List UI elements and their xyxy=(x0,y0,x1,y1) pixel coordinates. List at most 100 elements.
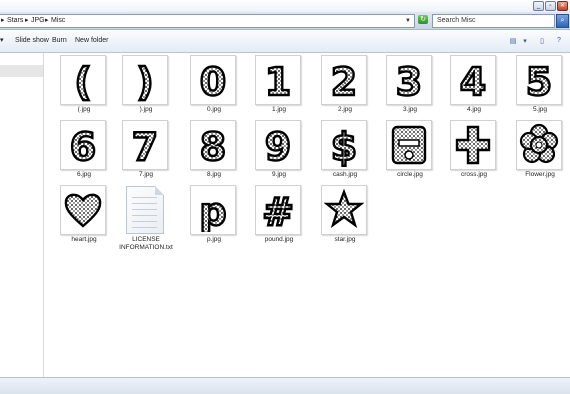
file-thumbnail: 9 xyxy=(255,120,301,170)
refresh-icon[interactable]: ↻ xyxy=(418,15,428,24)
search-placeholder: Search Misc xyxy=(437,17,476,24)
navigation-pane[interactable] xyxy=(0,53,44,377)
file-item[interactable]: 4 4.jpg xyxy=(444,55,504,119)
address-row: ▸ Stars ▸ JPG ▸ Misc ▼ ↻ Search Misc ⌕ xyxy=(0,12,570,30)
organize-chevron-icon[interactable]: ▾ xyxy=(0,36,4,46)
svg-text:#: # xyxy=(262,190,294,232)
file-thumbnail xyxy=(386,120,432,170)
text-document-icon xyxy=(126,186,164,234)
file-name: cross.jpg xyxy=(460,171,487,178)
file-item[interactable]: 9 9.jpg xyxy=(249,120,309,184)
breadcrumb-separator[interactable]: ▸ xyxy=(45,16,49,26)
file-name: heart.jpg xyxy=(71,236,97,243)
chevron-down-icon[interactable]: ▼ xyxy=(405,18,411,24)
file-item[interactable]: circle.jpg xyxy=(380,120,440,184)
file-name: 1.jpg xyxy=(271,106,287,113)
svg-text:$: $ xyxy=(331,125,357,167)
svg-text:0: 0 xyxy=(200,60,226,102)
svg-text:8: 8 xyxy=(200,125,226,167)
file-thumbnail: 7 xyxy=(122,120,168,170)
svg-text:4: 4 xyxy=(460,60,486,102)
breadcrumb-jpg[interactable]: JPG xyxy=(31,16,45,26)
file-item[interactable]: heart.jpg xyxy=(54,185,114,249)
file-name: 5.jpg xyxy=(532,106,548,113)
file-name: (.jpg xyxy=(77,106,91,113)
svg-text:5: 5 xyxy=(526,60,552,102)
file-thumbnail: 6 xyxy=(60,120,106,170)
view-dropdown-icon[interactable]: ▾ xyxy=(519,35,531,46)
search-icon[interactable]: ⌕ xyxy=(556,14,569,28)
help-icon[interactable]: ? xyxy=(553,35,565,46)
svg-text:7: 7 xyxy=(132,125,158,167)
file-item[interactable]: 8 8.jpg xyxy=(184,120,244,184)
file-name: 6.jpg xyxy=(76,171,92,178)
navigation-selected-item[interactable] xyxy=(0,65,43,77)
file-thumbnail: 1 xyxy=(255,55,301,105)
breadcrumb-misc[interactable]: Misc xyxy=(51,16,65,26)
svg-text:3: 3 xyxy=(396,60,422,102)
file-item[interactable]: 0 0.jpg xyxy=(184,55,244,119)
close-button[interactable]: ✕ xyxy=(557,1,568,11)
file-name: star.jpg xyxy=(334,236,356,243)
burn-button[interactable]: Burn xyxy=(52,36,67,46)
file-name: 8.jpg xyxy=(206,171,222,178)
file-thumbnail: 3 xyxy=(386,55,432,105)
file-item[interactable]: 7 7.jpg xyxy=(116,120,176,184)
file-name: pound.jpg xyxy=(264,236,294,243)
slideshow-button[interactable]: Slide show xyxy=(15,36,49,46)
breadcrumb-stars[interactable]: Stars xyxy=(7,16,23,26)
file-thumbnail: ) xyxy=(122,55,168,105)
file-item[interactable]: 1 1.jpg xyxy=(249,55,309,119)
file-thumbnail xyxy=(321,185,367,235)
file-item[interactable]: Flower.jpg xyxy=(510,120,570,184)
file-thumbnail: # xyxy=(255,185,301,235)
file-name: Flower.jpg xyxy=(525,171,555,178)
minimize-button[interactable]: _ xyxy=(533,1,544,11)
file-item[interactable]: ( (.jpg xyxy=(54,55,114,119)
file-item[interactable]: star.jpg xyxy=(315,185,375,249)
file-name: 9.jpg xyxy=(271,171,287,178)
file-item[interactable]: 6 6.jpg xyxy=(54,120,114,184)
file-thumbnail: ( xyxy=(60,55,106,105)
file-name: 2.jpg xyxy=(337,106,353,113)
file-view[interactable]: ((.jpg)).jpg 0 0.jpg 1 1.jpg 2 2.jpg 3 3.jpg 4 4.j… xyxy=(44,53,570,377)
file-thumbnail: p xyxy=(190,185,236,235)
breadcrumb-separator[interactable]: ▸ xyxy=(1,16,5,26)
file-name: 3.jpg xyxy=(402,106,418,113)
file-item[interactable]: p p.jpg xyxy=(184,185,244,249)
new-folder-button[interactable]: New folder xyxy=(75,36,108,46)
view-options-icon[interactable]: ▤ xyxy=(507,35,519,46)
command-toolbar: ▾ Slide show Burn New folder ▤ ▾ ▯ ? xyxy=(0,30,570,53)
svg-text:9: 9 xyxy=(265,125,291,167)
svg-text:(: ( xyxy=(74,60,91,102)
file-item[interactable]: 3 3.jpg xyxy=(380,55,440,119)
breadcrumb-separator[interactable]: ▸ xyxy=(25,16,29,26)
file-thumbnail xyxy=(60,185,106,235)
file-item[interactable]: cross.jpg xyxy=(444,120,504,184)
file-name: 4.jpg xyxy=(466,106,482,113)
svg-text:p: p xyxy=(199,190,226,232)
file-item[interactable]: )).jpg xyxy=(116,55,176,119)
file-name: ).jpg xyxy=(139,106,153,113)
file-thumbnail xyxy=(516,120,562,170)
file-item[interactable]: $ cash.jpg xyxy=(315,120,375,184)
address-bar[interactable]: ▸ Stars ▸ JPG ▸ Misc ▼ xyxy=(0,14,415,28)
file-thumbnail xyxy=(450,120,496,170)
search-input[interactable]: Search Misc xyxy=(432,14,555,28)
file-thumbnail: 5 xyxy=(516,55,562,105)
file-item[interactable]: # pound.jpg xyxy=(249,185,309,249)
maximize-button[interactable]: ▫ xyxy=(545,1,556,11)
file-item[interactable]: 5 5.jpg xyxy=(510,55,570,119)
file-name: LICENSE INFORMATION.txt xyxy=(119,236,173,251)
svg-text:1: 1 xyxy=(265,60,291,102)
file-item[interactable]: 2 2.jpg xyxy=(315,55,375,119)
file-thumbnail: 4 xyxy=(450,55,496,105)
status-bar xyxy=(0,377,570,394)
file-thumbnail: 8 xyxy=(190,120,236,170)
svg-text:6: 6 xyxy=(70,125,96,167)
file-thumbnail: 2 xyxy=(321,55,367,105)
preview-pane-icon[interactable]: ▯ xyxy=(536,35,548,46)
file-thumbnail: $ xyxy=(321,120,367,170)
window-title-bar: _ ▫ ✕ xyxy=(0,0,570,12)
file-item[interactable]: LICENSE INFORMATION.txt xyxy=(116,185,176,251)
